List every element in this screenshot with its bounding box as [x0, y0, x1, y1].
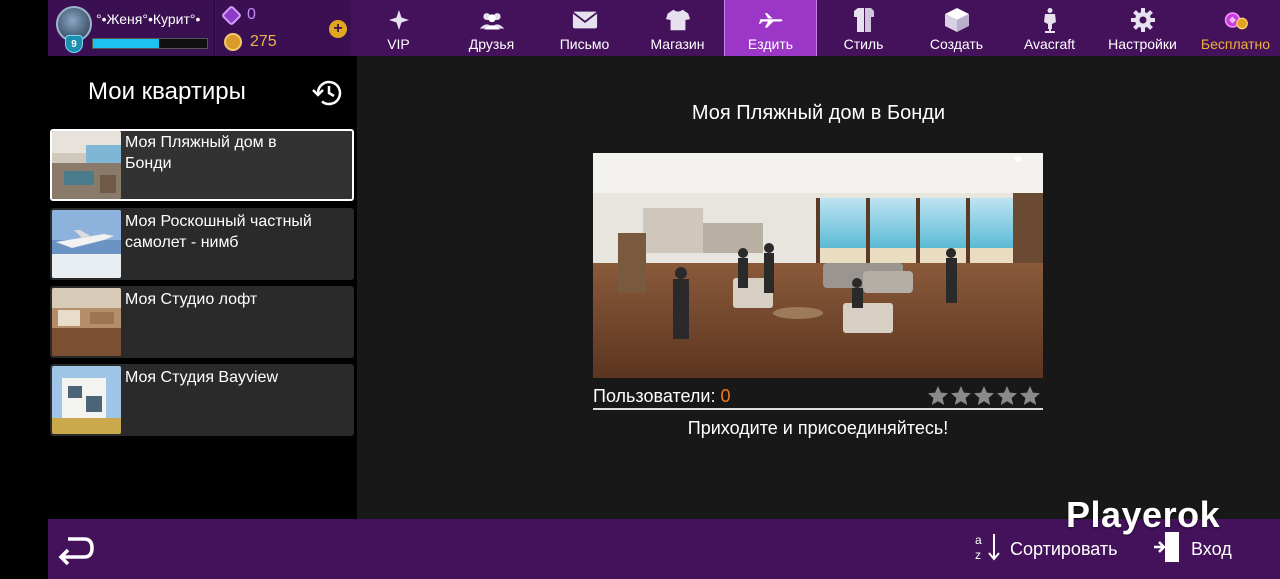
apartment-detail: Моя Пляжный дом в Бонди Пользователи: 0 … [357, 56, 1280, 519]
apartment-name: Моя Пляжный дом в Бонди [125, 134, 277, 172]
nav-item-shop[interactable]: Магазин [631, 0, 724, 56]
currency-block: 0 275 + [216, 0, 351, 56]
apartment-thumbnail [52, 210, 121, 278]
nav-label: Друзья [468, 36, 515, 52]
apartment-item[interactable]: Моя Пляжный дом в Бонди [50, 129, 354, 201]
mannequin-icon [1037, 8, 1063, 33]
users-count: 0 [720, 386, 731, 406]
box-icon [944, 8, 970, 32]
nav-label: Бесплатно [1200, 36, 1271, 52]
history-icon[interactable] [311, 78, 343, 108]
xp-bar [92, 38, 208, 49]
gear-icon [1130, 8, 1156, 32]
level-badge: 9 [65, 35, 83, 53]
main-nav: VIP Друзья Письмо Магазин Ездить Стиль С… [352, 0, 1280, 56]
mail-icon [571, 8, 598, 32]
sort-label: Сортировать [1010, 538, 1118, 559]
watermark-logo: Playerok [1066, 494, 1221, 535]
nav-label: Стиль [843, 36, 884, 52]
nav-label: Письмо [559, 36, 610, 52]
sort-az-icon: az [974, 532, 1002, 567]
coins-row: 275 [224, 33, 277, 51]
nav-item-free[interactable]: Бесплатно [1189, 0, 1280, 56]
nav-label: Создать [929, 36, 984, 52]
apartment-thumbnail [52, 131, 121, 199]
nav-label: Магазин [650, 36, 705, 52]
nav-label: Настройки [1108, 36, 1177, 52]
nav-item-avacraft[interactable]: Avacraft [1003, 0, 1096, 56]
sort-button[interactable]: az Сортировать [974, 533, 1118, 565]
friends-icon [479, 8, 505, 32]
nav-item-vip[interactable]: VIP [352, 0, 445, 56]
apartment-name: Моя Роскошный частный самолет - нимб [125, 213, 312, 251]
app-root: 9 °•Женя°•Курит°• 0 275 + VIP Друзья Пис… [0, 0, 1280, 579]
nav-item-create[interactable]: Создать [910, 0, 1003, 56]
detail-title: Моя Пляжный дом в Бонди [691, 102, 946, 124]
username: °•Женя°•Курит°• [96, 11, 201, 27]
xp-bar-fill [93, 39, 160, 48]
gems-row: 0 [220, 4, 256, 26]
apartment-item[interactable]: Моя Роскошный частный самолет - нимб [50, 208, 354, 280]
coins-value: 275 [250, 33, 277, 50]
free-gift-icon [1223, 8, 1249, 32]
users-row: Пользователи: 0 [593, 384, 1043, 410]
enter-label: Вход [1191, 538, 1232, 559]
gem-icon [220, 4, 243, 26]
apartment-thumbnail [52, 366, 121, 434]
panel-title: Мои квартиры [88, 78, 246, 105]
star-icon [997, 386, 1017, 405]
nav-item-travel[interactable]: Ездить [724, 0, 817, 56]
star-icon [974, 386, 994, 405]
apartment-preview-image [593, 153, 1043, 378]
enter-door-icon [1153, 531, 1181, 568]
apartment-name: Моя Студия Bayview [125, 369, 279, 386]
users-label: Пользователи: 0 [593, 386, 731, 407]
apartment-name: Моя Студио лофт [125, 291, 258, 308]
users-label-text: Пользователи: [593, 386, 716, 406]
rating-stars [927, 385, 1041, 407]
top-bar: 9 °•Женя°•Курит°• 0 275 + VIP Друзья Пис… [48, 0, 1280, 56]
nav-item-friends[interactable]: Друзья [445, 0, 538, 56]
nav-item-settings[interactable]: Настройки [1096, 0, 1189, 56]
back-arrow-icon[interactable] [58, 533, 94, 566]
gems-value: 0 [247, 6, 256, 23]
enter-button[interactable]: Вход [1153, 531, 1232, 568]
style-icon [851, 8, 877, 32]
airplane-icon [758, 8, 784, 32]
apartment-item[interactable]: Моя Студия Bayview [50, 364, 354, 436]
star-icon [928, 386, 948, 405]
star-icon [951, 386, 971, 405]
nav-item-style[interactable]: Стиль [817, 0, 910, 56]
nav-label: Avacraft [1023, 36, 1076, 52]
plus-icon[interactable]: + [329, 20, 347, 38]
nav-label: Ездить [747, 36, 794, 52]
star-icon [1020, 386, 1040, 405]
coin-icon [224, 33, 242, 51]
nav-label: VIP [387, 36, 410, 52]
svg-text:a: a [975, 533, 982, 547]
sparkle-icon [386, 8, 412, 32]
join-message: Приходите и присоединяйтесь! [687, 418, 949, 438]
shirt-icon [665, 8, 691, 32]
apartments-panel: Мои квартиры Моя Пляжный дом в Бонди Моя… [48, 56, 357, 519]
apartment-item[interactable]: Моя Студио лофт [50, 286, 354, 358]
apartment-thumbnail [52, 288, 121, 356]
nav-item-mail[interactable]: Письмо [538, 0, 631, 56]
svg-text:z: z [975, 548, 981, 562]
profile-block[interactable]: 9 °•Женя°•Курит°• [48, 0, 215, 56]
